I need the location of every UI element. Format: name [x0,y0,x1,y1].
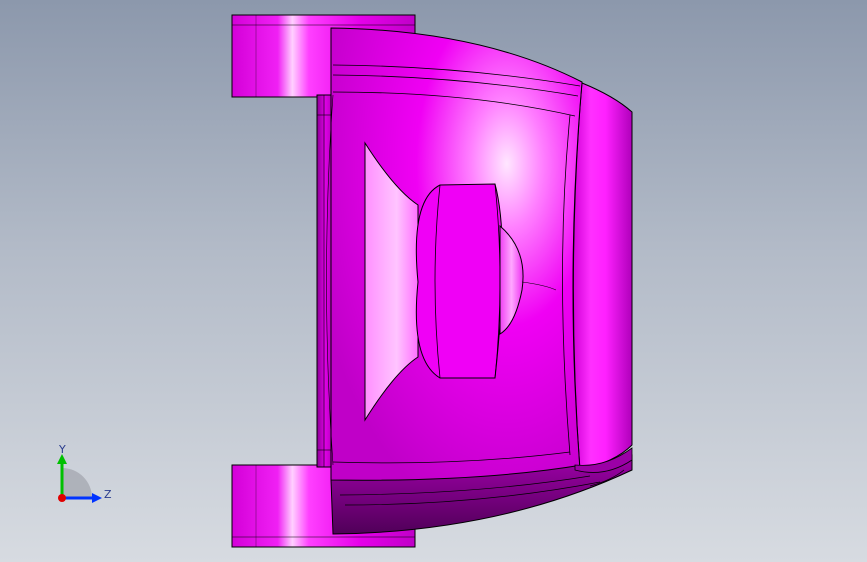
y-axis-label: Y [58,443,66,456]
triad-plane-icon [62,468,92,498]
3d-model[interactable] [0,0,867,562]
z-axis-label: Z [104,488,112,501]
front-rim[interactable] [572,82,633,487]
z-arrow-icon [92,493,102,503]
orientation-triad: Y Z [57,443,112,503]
graphics-viewport[interactable]: Y Z [0,0,867,562]
x-axis-icon [58,494,66,502]
